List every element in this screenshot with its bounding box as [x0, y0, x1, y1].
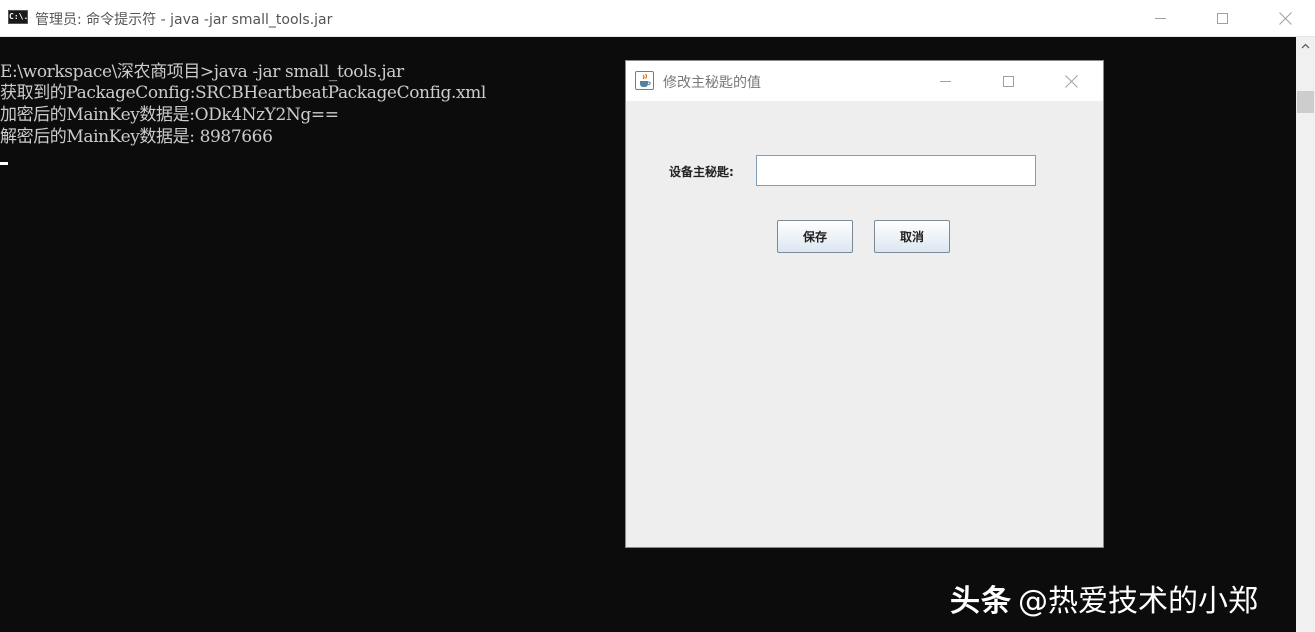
screen: C:\. 管理员: 命令提示符 - java -jar small_tools.… — [0, 0, 1315, 632]
text-cursor — [0, 162, 8, 165]
maximize-icon — [1216, 12, 1228, 24]
chevron-up-icon — [1301, 43, 1310, 49]
watermark-brand: 头条 — [950, 584, 1012, 619]
edit-key-dialog: 修改主秘匙的值 设备主秘匙: 保存 取消 — [625, 60, 1104, 548]
cancel-button[interactable]: 取消 — [874, 220, 950, 253]
cmd-close-button[interactable] — [1262, 0, 1308, 36]
minimize-icon — [939, 80, 951, 82]
java-cup-icon — [635, 71, 654, 90]
device-key-label: 设备主秘匙: — [669, 165, 734, 179]
device-key-input[interactable] — [756, 155, 1036, 186]
dialog-title: 修改主秘匙的值 — [663, 75, 761, 91]
console-line: 解密后的MainKey数据是: 8987666 — [0, 127, 273, 147]
close-icon — [1065, 75, 1078, 88]
console-line: E:\workspace\深农商项目>java -jar small_tools… — [0, 62, 404, 82]
save-button[interactable]: 保存 — [777, 220, 853, 253]
console-line: 加密后的MainKey数据是:ODk4NzY2Ng== — [0, 105, 339, 125]
cmd-minimize-button[interactable] — [1137, 0, 1183, 36]
dialog-close-button[interactable] — [1048, 61, 1094, 101]
cmd-maximize-button[interactable] — [1199, 0, 1245, 36]
dialog-minimize-button[interactable] — [922, 61, 968, 101]
dialog-titlebar[interactable]: 修改主秘匙的值 — [626, 61, 1103, 101]
maximize-icon — [1002, 75, 1014, 87]
vertical-scrollbar[interactable] — [1296, 37, 1315, 632]
scroll-up-button[interactable] — [1296, 37, 1315, 55]
dialog-maximize-button[interactable] — [985, 61, 1031, 101]
minimize-icon — [1154, 17, 1166, 19]
watermark: 头条 @热爱技术的小郑 — [950, 576, 1258, 620]
cmd-titlebar[interactable]: C:\. 管理员: 命令提示符 - java -jar small_tools.… — [0, 0, 1315, 37]
watermark-handle: @热爱技术的小郑 — [1018, 584, 1258, 619]
close-icon — [1279, 12, 1292, 25]
cmd-window-title: 管理员: 命令提示符 - java -jar small_tools.jar — [35, 12, 333, 28]
console-line: 获取到的PackageConfig:SRCBHeartbeatPackageCo… — [0, 83, 486, 103]
cmd-app-icon: C:\. — [8, 10, 28, 24]
scrollbar-thumb[interactable] — [1297, 91, 1314, 113]
